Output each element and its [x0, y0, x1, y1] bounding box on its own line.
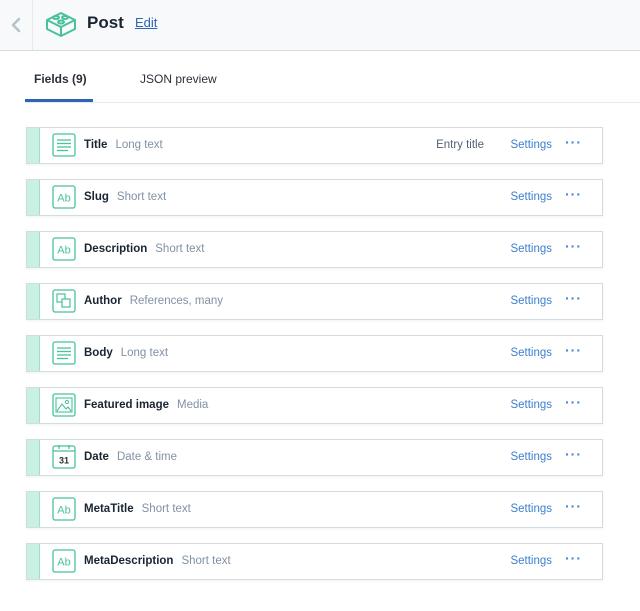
tab-bar: Fields (9) JSON preview	[25, 51, 640, 103]
field-settings-link[interactable]: Settings	[510, 503, 552, 515]
more-options-icon[interactable]: ···	[565, 134, 582, 150]
drag-handle[interactable]	[27, 232, 40, 267]
long-text-icon	[52, 341, 76, 365]
field-type: Long text	[115, 139, 163, 151]
field-name: Date Date & time	[84, 451, 178, 463]
field-row[interactable]: Ab MetaTitle Short text Settings ···	[26, 491, 603, 528]
references-icon	[52, 289, 76, 313]
date-icon: 31	[52, 445, 76, 469]
tab-json-preview[interactable]: JSON preview	[140, 72, 217, 86]
field-list: Title Long text Entry title Settings ··· Ab Sl…	[26, 127, 603, 595]
field-name: Featured image Media	[84, 399, 209, 411]
field-row[interactable]: Body Long text Settings ···	[26, 335, 603, 372]
short-text-icon: Ab	[52, 549, 76, 573]
drag-handle[interactable]	[27, 440, 40, 475]
date-icon-label: 31	[59, 456, 69, 466]
short-text-icon: Ab	[52, 237, 76, 261]
field-name: MetaDescription Short text	[84, 555, 231, 567]
short-text-icon-label: Ab	[57, 505, 70, 517]
field-name: Author References, many	[84, 295, 224, 307]
field-row[interactable]: Featured image Media Settings ···	[26, 387, 603, 424]
field-type: Short text	[116, 191, 167, 203]
edit-link[interactable]: Edit	[135, 15, 157, 30]
header: Post Edit	[0, 0, 640, 51]
tab-fields[interactable]: Fields (9)	[34, 72, 87, 86]
more-options-icon[interactable]: ···	[565, 238, 582, 254]
field-row[interactable]: Author References, many Settings ···	[26, 283, 603, 320]
more-options-icon[interactable]: ···	[565, 394, 582, 410]
field-type: Date & time	[116, 451, 178, 463]
drag-handle[interactable]	[27, 492, 40, 527]
media-icon	[52, 393, 76, 417]
field-settings-link[interactable]: Settings	[510, 451, 552, 463]
field-row[interactable]: Ab Slug Short text Settings ···	[26, 179, 603, 216]
field-type: References, many	[129, 295, 224, 307]
chevron-left-icon	[11, 17, 21, 33]
page-title: Post	[87, 13, 124, 32]
drag-handle[interactable]	[27, 180, 40, 215]
more-options-icon[interactable]: ···	[565, 186, 582, 202]
field-settings-link[interactable]: Settings	[510, 139, 552, 151]
more-options-icon[interactable]: ···	[565, 342, 582, 358]
drag-handle[interactable]	[27, 336, 40, 371]
field-name: Slug Short text	[84, 191, 167, 203]
short-text-icon-label: Ab	[57, 245, 70, 257]
drag-handle[interactable]	[27, 388, 40, 423]
field-name: Description Short text	[84, 243, 205, 255]
more-options-icon[interactable]: ···	[565, 550, 582, 566]
field-name: Body Long text	[84, 347, 169, 359]
long-text-icon	[52, 133, 76, 157]
field-settings-link[interactable]: Settings	[510, 243, 552, 255]
field-name: Title Long text	[84, 139, 163, 151]
field-type: Short text	[141, 503, 191, 515]
content-type-icon	[46, 12, 76, 37]
more-options-icon[interactable]: ···	[565, 498, 582, 514]
back-button[interactable]	[0, 0, 33, 50]
field-type: Short text	[181, 555, 231, 567]
field-settings-link[interactable]: Settings	[510, 399, 552, 411]
drag-handle[interactable]	[27, 284, 40, 319]
drag-handle[interactable]	[27, 544, 40, 579]
short-text-icon-label: Ab	[57, 557, 70, 569]
field-settings-link[interactable]: Settings	[510, 555, 552, 567]
field-row[interactable]: Ab Description Short text Settings ···	[26, 231, 603, 268]
short-text-icon-label: Ab	[57, 193, 70, 205]
field-name: MetaTitle Short text	[84, 503, 191, 515]
field-settings-link[interactable]: Settings	[510, 191, 552, 203]
field-settings-link[interactable]: Settings	[510, 347, 552, 359]
field-row[interactable]: Ab MetaDescription Short text Settings ···	[26, 543, 603, 580]
more-options-icon[interactable]: ···	[565, 290, 582, 306]
drag-handle[interactable]	[27, 128, 40, 163]
short-text-icon: Ab	[52, 185, 76, 209]
field-row[interactable]: Title Long text Entry title Settings ···	[26, 127, 603, 164]
field-type: Media	[177, 399, 209, 411]
field-settings-link[interactable]: Settings	[510, 295, 552, 307]
field-type: Long text	[120, 347, 169, 359]
field-row[interactable]: 31 Date Date & time Settings ···	[26, 439, 603, 476]
short-text-icon: Ab	[52, 497, 76, 521]
entry-title-badge: Entry title	[436, 139, 484, 151]
field-type: Short text	[155, 243, 205, 255]
more-options-icon[interactable]: ···	[565, 446, 582, 462]
active-tab-indicator	[25, 99, 93, 102]
